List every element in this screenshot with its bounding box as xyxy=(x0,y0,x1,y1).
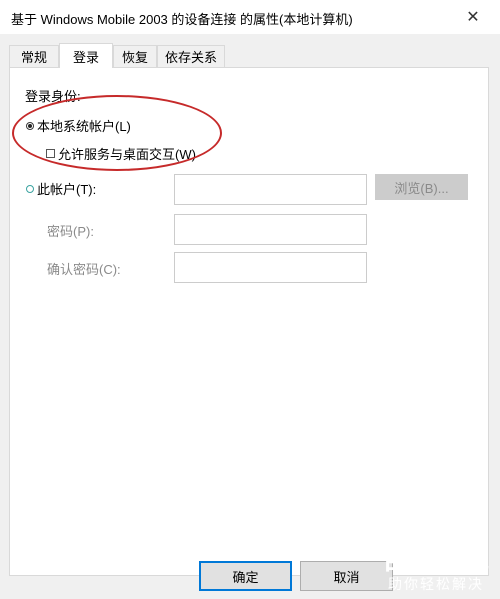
cancel-button-label: 取消 xyxy=(333,569,360,585)
tab-label: 依存关系 xyxy=(164,50,217,65)
ok-button-label: 确定 xyxy=(232,569,259,585)
local-system-radio[interactable] xyxy=(26,122,34,130)
browse-button[interactable]: 浏览(B)... xyxy=(375,174,468,200)
tab-label: 恢复 xyxy=(121,50,148,65)
logon-as-label: 登录身份: xyxy=(25,89,81,104)
password-label: 密码(P): xyxy=(47,224,94,239)
tab-logon[interactable]: 登录 xyxy=(59,43,113,68)
tab-label: 登录 xyxy=(72,49,99,65)
password-input[interactable] xyxy=(174,214,367,245)
this-account-label[interactable]: 此帐户(T): xyxy=(37,179,96,198)
window-title: 基于 Windows Mobile 2003 的设备连接 的属性(本地计算机) xyxy=(11,12,353,27)
watermark-subtitle: 助你轻松解决 xyxy=(387,576,484,592)
tab-general[interactable]: 常规 xyxy=(9,45,59,67)
tab-dependencies[interactable]: 依存关系 xyxy=(157,45,225,67)
confirm-password-input[interactable] xyxy=(174,252,367,283)
local-system-label[interactable]: 本地系统帐户(L) xyxy=(37,116,131,135)
tab-recovery[interactable]: 恢复 xyxy=(113,45,157,67)
close-icon[interactable]: ✕ xyxy=(460,4,486,30)
this-account-radio[interactable] xyxy=(26,185,34,193)
watermark: 百科全说 助你轻松解决 xyxy=(382,545,490,593)
tab-label: 常规 xyxy=(20,50,47,65)
watermark-title: 百科全说 xyxy=(381,545,490,575)
this-account-input[interactable] xyxy=(174,174,367,205)
cancel-button[interactable]: 取消 xyxy=(300,561,393,591)
interact-desktop-label[interactable]: 允许服务与桌面交互(W) xyxy=(58,144,196,163)
browse-button-label: 浏览(B)... xyxy=(394,180,449,196)
dialog-body: 常规 登录 恢复 依存关系 登录身份: 本地系统帐户(L) 允许服务与桌面交互(… xyxy=(0,34,500,599)
interact-desktop-checkbox[interactable] xyxy=(46,149,55,158)
confirm-password-label: 确认密码(C): xyxy=(47,262,121,277)
title-bar: 基于 Windows Mobile 2003 的设备连接 的属性(本地计算机) … xyxy=(0,0,500,34)
ok-button[interactable]: 确定 xyxy=(199,561,292,591)
logon-tab-panel: 登录身份: 本地系统帐户(L) 允许服务与桌面交互(W) 此帐户(T): 浏览(… xyxy=(9,67,489,576)
